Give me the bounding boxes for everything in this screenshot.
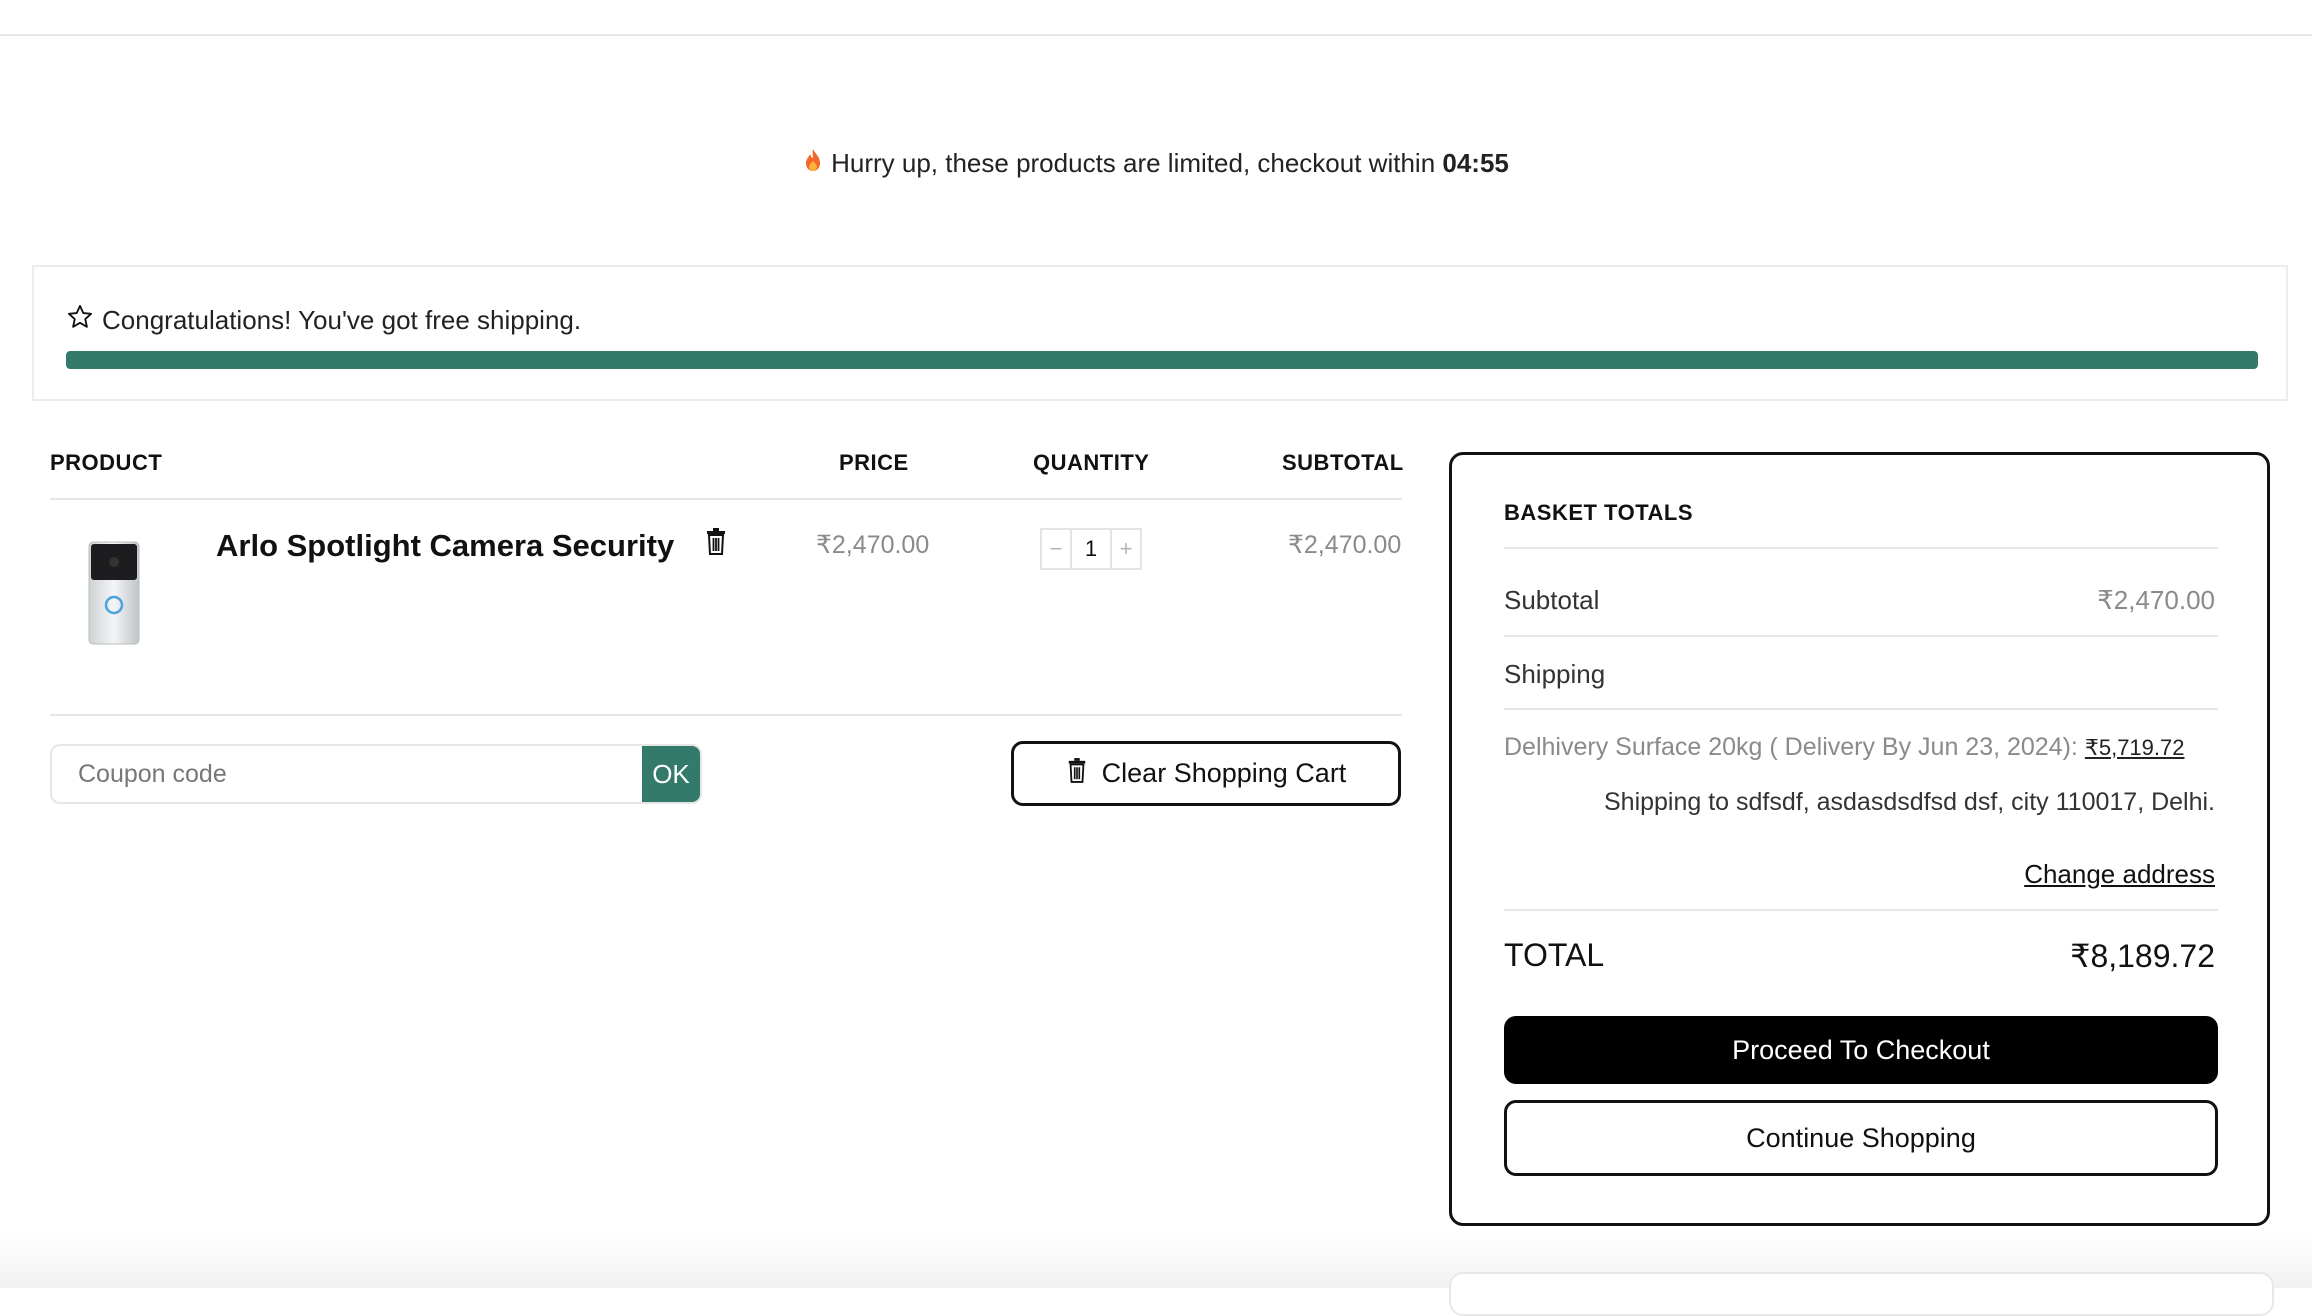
column-header-quantity: QUANTITY bbox=[1033, 450, 1150, 475]
column-header-product: PRODUCT bbox=[50, 450, 163, 475]
trash-icon bbox=[1066, 756, 1088, 791]
basket-divider bbox=[1504, 635, 2218, 637]
urgency-banner: Hurry up, these products are limited, ch… bbox=[0, 148, 2312, 179]
clear-shopping-cart-button[interactable]: Clear Shopping Cart bbox=[1011, 741, 1401, 806]
quantity-stepper[interactable]: − 1 + bbox=[1040, 528, 1142, 570]
star-outline-icon bbox=[66, 303, 94, 338]
shipping-destination: Shipping to sdfsdf, asdasdsdfsd dsf, cit… bbox=[1603, 788, 2215, 816]
total-label: TOTAL bbox=[1504, 937, 1605, 973]
table-header-divider bbox=[50, 498, 1402, 500]
free-shipping-progress-fill bbox=[66, 351, 2258, 369]
free-shipping-progress-bar bbox=[66, 351, 2258, 369]
quantity-increment-button[interactable]: + bbox=[1112, 530, 1140, 568]
subtotal-label: Subtotal bbox=[1504, 585, 1600, 615]
shipping-method-amount: ₹5,719.72 bbox=[2084, 735, 2185, 760]
header-divider bbox=[0, 34, 2312, 36]
fire-icon bbox=[803, 148, 823, 179]
free-shipping-message: Congratulations! You've got free shippin… bbox=[66, 303, 581, 338]
shipping-method[interactable]: Delhivery Surface 20kg ( Delivery By Jun… bbox=[1504, 733, 2184, 762]
remove-item-trash-icon[interactable] bbox=[704, 526, 728, 556]
quantity-value[interactable]: 1 bbox=[1070, 530, 1112, 568]
change-address-link[interactable]: Change address bbox=[2024, 859, 2215, 890]
urgency-message: Hurry up, these products are limited, ch… bbox=[831, 148, 1436, 178]
subtotal-value: ₹2,470.00 bbox=[2097, 585, 2215, 615]
apply-coupon-button[interactable]: OK bbox=[642, 746, 700, 802]
free-shipping-text: Congratulations! You've got free shippin… bbox=[102, 305, 582, 335]
clear-shopping-cart-label: Clear Shopping Cart bbox=[1101, 758, 1347, 788]
free-shipping-panel: Congratulations! You've got free shippin… bbox=[32, 265, 2288, 401]
basket-totals-title: BASKET TOTALS bbox=[1504, 500, 1694, 525]
basket-divider bbox=[1504, 909, 2218, 911]
coupon-form: OK bbox=[50, 744, 702, 804]
product-thumbnail[interactable] bbox=[84, 540, 144, 646]
item-price: ₹2,470.00 bbox=[816, 531, 930, 559]
column-header-price: PRICE bbox=[839, 450, 909, 475]
product-name[interactable]: Arlo Spotlight Camera Security bbox=[216, 528, 674, 564]
basket-divider bbox=[1504, 708, 2218, 710]
countdown-timer: 04:55 bbox=[1442, 148, 1509, 178]
total-value: ₹8,189.72 bbox=[2070, 938, 2215, 974]
shipping-label: Shipping bbox=[1504, 659, 1606, 689]
next-panel-edge bbox=[1449, 1272, 2274, 1316]
column-header-subtotal: SUBTOTAL bbox=[1282, 450, 1404, 475]
proceed-to-checkout-button[interactable]: Proceed To Checkout bbox=[1504, 1016, 2218, 1084]
item-subtotal: ₹2,470.00 bbox=[1288, 531, 1402, 559]
continue-shopping-button[interactable]: Continue Shopping bbox=[1504, 1100, 2218, 1176]
shipping-method-name: Delhivery Surface 20kg ( Delivery By Jun… bbox=[1504, 733, 2078, 761]
basket-divider bbox=[1504, 547, 2218, 549]
quantity-decrement-button[interactable]: − bbox=[1042, 530, 1070, 568]
cart-row-divider bbox=[50, 714, 1402, 716]
coupon-code-input[interactable] bbox=[52, 746, 642, 802]
basket-totals-panel: BASKET TOTALS Subtotal ₹2,470.00 Shippin… bbox=[1449, 452, 2270, 1226]
